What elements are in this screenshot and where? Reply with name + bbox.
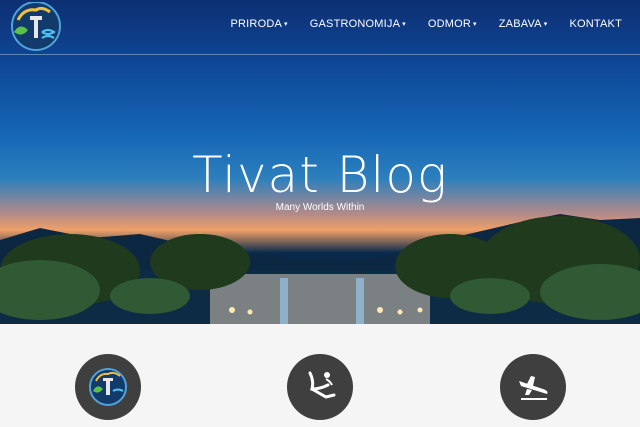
hero-section: PRIRODA ▾ GASTRONOMIJA ▾ ODMOR ▾ ZABAVA … xyxy=(0,0,640,324)
chevron-down-icon: ▾ xyxy=(402,21,406,28)
hero-title: Tivat Blog xyxy=(192,146,448,204)
nav-item-label: ODMOR xyxy=(427,18,472,30)
nav-item-zabava[interactable]: ZABAVA ▾ xyxy=(499,18,548,30)
hero-background-scene xyxy=(0,214,640,324)
top-navbar: PRIRODA ▾ GASTRONOMIJA ▾ ODMOR ▾ ZABAVA … xyxy=(0,0,640,55)
feature-swimming-button[interactable] xyxy=(287,354,353,420)
nav-item-odmor[interactable]: ODMOR ▾ xyxy=(428,18,477,30)
nav-item-priroda[interactable]: PRIRODA ▾ xyxy=(230,18,287,30)
nav-item-gastronomija[interactable]: GASTRONOMIJA ▾ xyxy=(310,18,406,30)
feature-nature-button[interactable] xyxy=(75,354,141,420)
tivat-logo-icon[interactable] xyxy=(8,1,64,58)
main-menu: PRIRODA ▾ GASTRONOMIJA ▾ ODMOR ▾ ZABAVA … xyxy=(230,18,622,30)
nav-item-kontakt[interactable]: KONTAKT xyxy=(569,18,622,30)
feature-travel-button[interactable] xyxy=(500,354,566,420)
nav-item-label: PRIRODA xyxy=(230,18,283,30)
chevron-down-icon: ▾ xyxy=(543,21,548,28)
airplane-landing-icon xyxy=(519,376,548,400)
hero-subtitle: Many Worlds Within xyxy=(275,202,365,213)
tivat-logo-icon xyxy=(89,368,127,406)
chevron-down-icon: ▾ xyxy=(473,21,477,28)
nav-item-label: ZABAVA xyxy=(498,18,542,30)
nav-item-label: KONTAKT xyxy=(569,18,622,30)
chevron-down-icon: ▾ xyxy=(284,21,288,28)
features-section xyxy=(0,324,640,427)
swimmer-icon xyxy=(308,371,336,399)
nav-item-label: GASTRONOMIJA xyxy=(309,18,401,30)
